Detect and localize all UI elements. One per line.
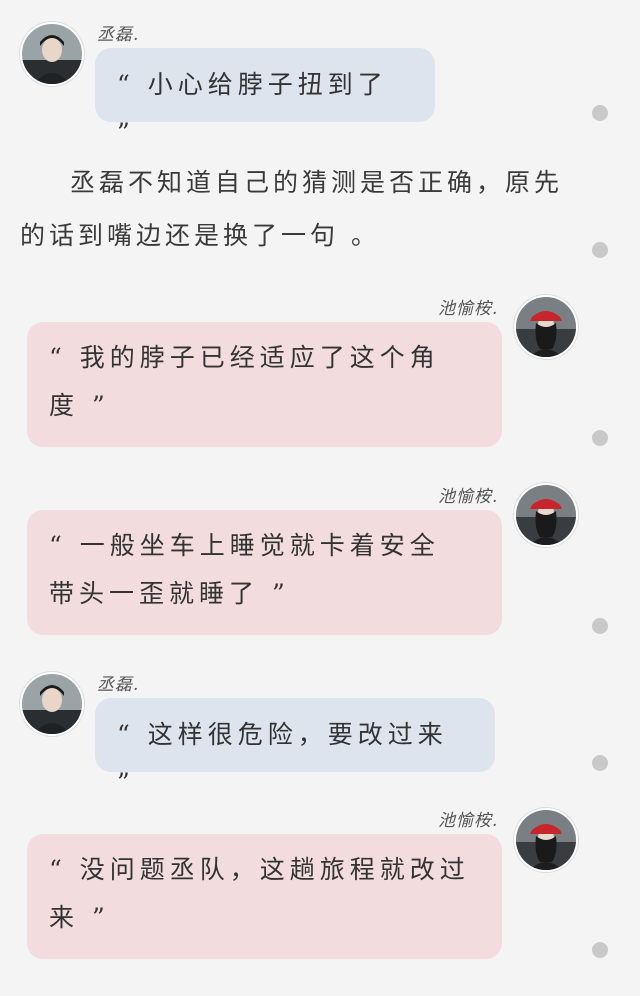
status-dot-icon[interactable] bbox=[592, 755, 608, 771]
avatar-male[interactable] bbox=[20, 672, 84, 736]
message-bubble[interactable]: “ 小心给脖子扭到了 ” bbox=[95, 48, 435, 147]
status-dot-icon[interactable] bbox=[592, 942, 608, 958]
message-bubble[interactable]: “ 一般坐车上睡觉就卡着安全带头一歪就睡了 ” bbox=[27, 510, 502, 635]
avatar-female-icon bbox=[516, 297, 576, 357]
avatar-female[interactable] bbox=[514, 483, 578, 547]
status-dot-icon[interactable] bbox=[592, 430, 608, 446]
speaker-name: 丞磊. bbox=[97, 25, 140, 45]
avatar-female-icon bbox=[516, 810, 576, 870]
narration-text: 丞磊不知道自己的猜测是否正确，原先的话到嘴边还是换了一句 。 bbox=[20, 168, 564, 250]
avatar-female-icon bbox=[516, 485, 576, 545]
speaker-name: 池愉桉. bbox=[438, 811, 499, 831]
avatar-female[interactable] bbox=[514, 808, 578, 872]
speaker-name: 池愉桉. bbox=[438, 299, 499, 319]
message-bubble[interactable]: “ 我的脖子已经适应了这个角度 ” bbox=[27, 322, 502, 447]
avatar-male[interactable] bbox=[20, 22, 84, 86]
speaker-name: 池愉桉. bbox=[438, 487, 499, 507]
message-bubble[interactable]: “ 没问题丞队，这趟旅程就改过来 ” bbox=[27, 834, 502, 959]
status-dot-icon[interactable] bbox=[592, 105, 608, 121]
avatar-female[interactable] bbox=[514, 295, 578, 359]
avatar-male-icon bbox=[22, 674, 82, 734]
message-bubble[interactable]: “ 这样很危险，要改过来 ” bbox=[95, 698, 495, 797]
status-dot-icon[interactable] bbox=[592, 618, 608, 634]
avatar-male-icon bbox=[22, 24, 82, 84]
status-dot-icon[interactable] bbox=[592, 242, 608, 258]
speaker-name: 丞磊. bbox=[97, 675, 140, 695]
